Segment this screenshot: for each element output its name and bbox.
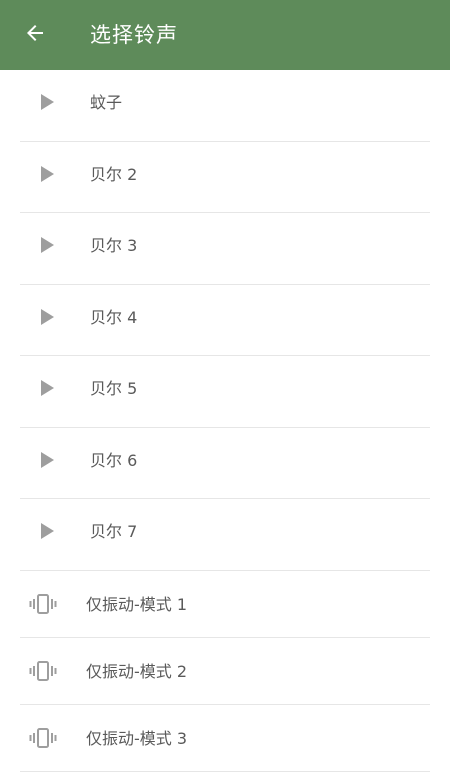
ringtone-label: 贝尔 4 [90, 307, 138, 327]
play-icon[interactable] [32, 516, 62, 546]
ringtone-label: 贝尔 3 [90, 236, 138, 255]
vibration-label: 仅振动-模式 2 [86, 661, 188, 681]
app-bar: 选择铃声 [0, 0, 450, 70]
ringtone-item[interactable]: 贝尔 4 [0, 285, 450, 356]
arrow-left-icon [23, 21, 47, 49]
vibration-item[interactable]: 仅振动-模式 2 [0, 638, 450, 705]
ringtone-item[interactable]: 贝尔 2 [0, 142, 450, 213]
vibration-item[interactable]: 仅振动-模式 3 [0, 705, 450, 772]
vibrate-icon [28, 723, 58, 753]
play-icon[interactable] [32, 159, 62, 189]
ringtone-label: 贝尔 2 [90, 164, 138, 184]
play-icon[interactable] [32, 230, 62, 260]
play-icon[interactable] [32, 445, 62, 475]
ringtone-item[interactable]: 贝尔 7 [0, 499, 450, 571]
ringtone-item[interactable]: 蚊子 [0, 70, 450, 142]
vibration-item[interactable]: 仅振动-模式 1 [0, 571, 450, 638]
ringtone-list: 蚊子 贝尔 2 贝尔 3 贝尔 4 贝尔 5 贝尔 6 贝尔 7 仅振动-模式 … [0, 70, 450, 772]
vibrate-icon [28, 656, 58, 686]
back-button[interactable] [16, 17, 54, 53]
vibration-label: 仅振动-模式 3 [86, 728, 188, 748]
ringtone-item[interactable]: 贝尔 6 [0, 428, 450, 499]
ringtone-item[interactable]: 贝尔 5 [0, 356, 450, 428]
ringtone-label: 贝尔 6 [90, 450, 138, 470]
play-icon[interactable] [32, 373, 62, 403]
ringtone-item[interactable]: 贝尔 3 [0, 213, 450, 285]
vibrate-icon [28, 589, 58, 619]
vibration-label: 仅振动-模式 1 [86, 594, 188, 614]
play-icon[interactable] [32, 302, 62, 332]
ringtone-label: 蚊子 [90, 93, 123, 112]
page-title: 选择铃声 [90, 23, 178, 47]
play-icon[interactable] [32, 87, 62, 117]
ringtone-label: 贝尔 5 [90, 379, 138, 398]
ringtone-label: 贝尔 7 [90, 522, 138, 541]
